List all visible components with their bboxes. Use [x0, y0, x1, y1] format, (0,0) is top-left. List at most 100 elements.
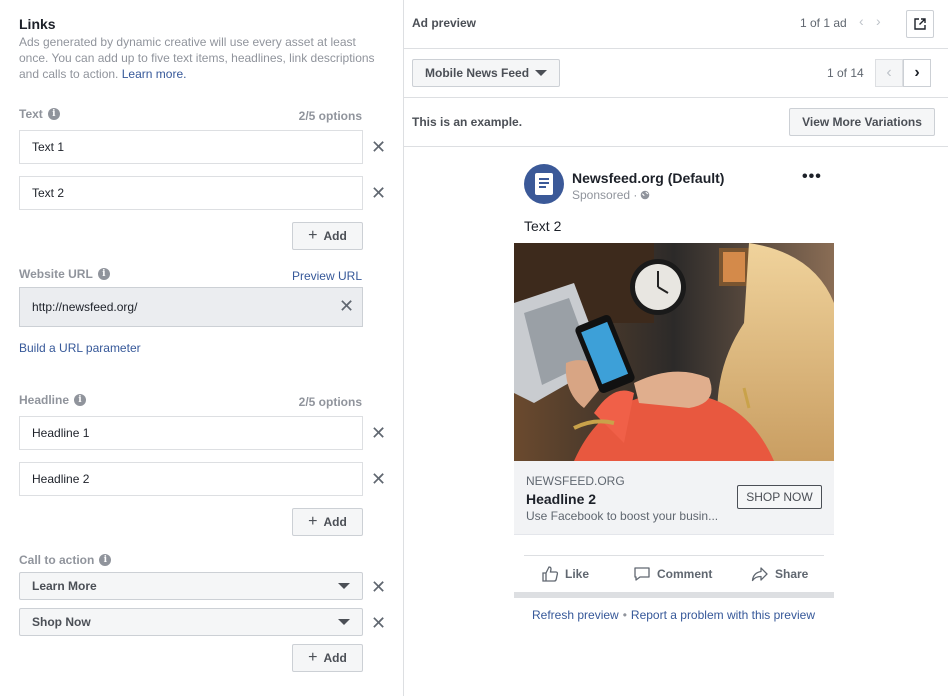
close-icon[interactable]: ✕: [371, 578, 386, 596]
website-url-value: http://newsfeed.org/: [32, 300, 138, 314]
text-field-2[interactable]: Text 2: [19, 176, 363, 210]
info-icon[interactable]: i: [47, 108, 60, 120]
avatar: [524, 164, 564, 204]
text-field-2-value: Text 2: [32, 186, 65, 200]
text-label-text: Text: [19, 107, 43, 121]
headline-field-2-value: Headline 2: [32, 472, 90, 486]
preview-links: Refresh preview • Report a problem with …: [532, 608, 815, 622]
add-cta-label: Add: [323, 651, 347, 665]
add-text-label: Add: [323, 229, 347, 243]
link-section[interactable]: NEWSFEED.ORG Headline 2 Use Facebook to …: [514, 461, 834, 535]
share-label: Share: [775, 567, 809, 581]
add-headline-label: Add: [323, 515, 347, 529]
cta-select-1[interactable]: Learn More: [19, 572, 363, 600]
chevron-right-icon: ›: [914, 64, 920, 81]
view-more-variations-label: View More Variations: [802, 115, 922, 129]
add-cta-button[interactable]: + Add: [292, 644, 363, 672]
sponsored-text: Sponsored ·: [572, 188, 638, 202]
divider: [404, 48, 948, 49]
text-field-1-value: Text 1: [32, 140, 65, 154]
caret-down-icon: [535, 70, 547, 76]
preview-url-link[interactable]: Preview URL: [292, 269, 362, 283]
close-icon[interactable]: ✕: [371, 184, 386, 202]
learn-more-link[interactable]: Learn more.: [122, 67, 187, 81]
comment-button[interactable]: Comment: [633, 565, 712, 583]
link-domain: NEWSFEED.ORG: [526, 474, 625, 488]
caret-down-icon: [338, 619, 350, 625]
plus-icon: +: [308, 649, 318, 666]
links-description: Ads generated by dynamic creative will u…: [19, 34, 383, 82]
card-footer-bar: [514, 592, 834, 598]
sponsored-line: Sponsored ·: [572, 188, 650, 202]
divider: [524, 555, 824, 556]
link-headline: Headline 2: [526, 491, 597, 507]
links-panel: Links Ads generated by dynamic creative …: [0, 0, 404, 696]
ad-photo: [514, 243, 834, 461]
info-icon[interactable]: i: [97, 268, 110, 280]
info-icon[interactable]: i: [99, 554, 112, 566]
headline-field-1-value: Headline 1: [32, 426, 90, 440]
chevron-right-icon[interactable]: ›: [876, 13, 881, 29]
cta-label: Call to action i: [19, 553, 112, 567]
cta-select-2-value: Shop Now: [32, 615, 91, 629]
link-description: Use Facebook to boost your busin...: [526, 509, 719, 523]
placement-dropdown[interactable]: Mobile News Feed: [412, 59, 560, 87]
text-count: 2/5 options: [298, 109, 362, 123]
website-url-label-text: Website URL: [19, 267, 93, 281]
headline-count: 2/5 options: [298, 395, 362, 409]
info-icon[interactable]: i: [74, 394, 87, 406]
placement-value: Mobile News Feed: [425, 66, 530, 80]
text-label: Text i: [19, 107, 60, 121]
close-icon[interactable]: ✕: [371, 614, 386, 632]
text-field-1[interactable]: Text 1: [19, 130, 363, 164]
view-more-variations-button[interactable]: View More Variations: [789, 108, 935, 136]
caret-down-icon: [338, 583, 350, 589]
cta-select-2[interactable]: Shop Now: [19, 608, 363, 636]
report-problem-link[interactable]: Report a problem with this preview: [631, 608, 815, 622]
share-button[interactable]: Share: [751, 565, 808, 583]
like-label: Like: [565, 567, 590, 581]
share-icon: [751, 567, 768, 582]
page-name[interactable]: Newsfeed.org (Default): [572, 170, 724, 186]
document-icon: [535, 173, 553, 195]
post-body-text: Text 2: [524, 218, 562, 234]
description-text: Ads generated by dynamic creative will u…: [19, 35, 375, 81]
ad-image[interactable]: [514, 243, 834, 461]
plus-icon: +: [308, 513, 318, 530]
external-link-icon: [914, 18, 926, 30]
prev-button[interactable]: ‹: [875, 59, 903, 87]
plus-icon: +: [308, 227, 318, 244]
website-url-label: Website URL i: [19, 267, 110, 281]
headline-label-text: Headline: [19, 393, 70, 407]
headline-field-2[interactable]: Headline 2: [19, 462, 363, 496]
page-counter: 1 of 14: [827, 66, 864, 80]
ad-counter: 1 of 1 ad: [800, 16, 847, 30]
links-title: Links: [19, 16, 56, 32]
cta-label-text: Call to action: [19, 553, 95, 567]
like-button[interactable]: Like: [541, 565, 589, 583]
external-link-button[interactable]: [906, 10, 934, 38]
build-url-parameter-link[interactable]: Build a URL parameter: [19, 341, 141, 355]
divider: [404, 97, 948, 98]
chevron-left-icon: ‹: [886, 64, 892, 81]
website-url-input[interactable]: http://newsfeed.org/: [19, 287, 363, 327]
headline-field-1[interactable]: Headline 1: [19, 416, 363, 450]
refresh-preview-link[interactable]: Refresh preview: [532, 608, 619, 622]
separator: •: [622, 608, 627, 622]
close-icon[interactable]: ✕: [371, 138, 386, 156]
cta-select-1-value: Learn More: [32, 579, 97, 593]
headline-label: Headline i: [19, 393, 87, 407]
comment-label: Comment: [657, 567, 713, 581]
divider: [404, 146, 948, 147]
ad-preview-title: Ad preview: [412, 16, 477, 30]
close-icon[interactable]: ✕: [371, 470, 386, 488]
shop-now-button[interactable]: SHOP NOW: [737, 485, 822, 509]
comment-icon: [634, 567, 650, 581]
chevron-left-icon[interactable]: ‹: [859, 13, 864, 29]
add-headline-button[interactable]: + Add: [292, 508, 363, 536]
more-icon[interactable]: •••: [802, 168, 822, 186]
close-icon[interactable]: ✕: [371, 424, 386, 442]
next-button[interactable]: ›: [903, 59, 931, 87]
close-icon[interactable]: ✕: [339, 297, 354, 315]
add-text-button[interactable]: + Add: [292, 222, 363, 250]
